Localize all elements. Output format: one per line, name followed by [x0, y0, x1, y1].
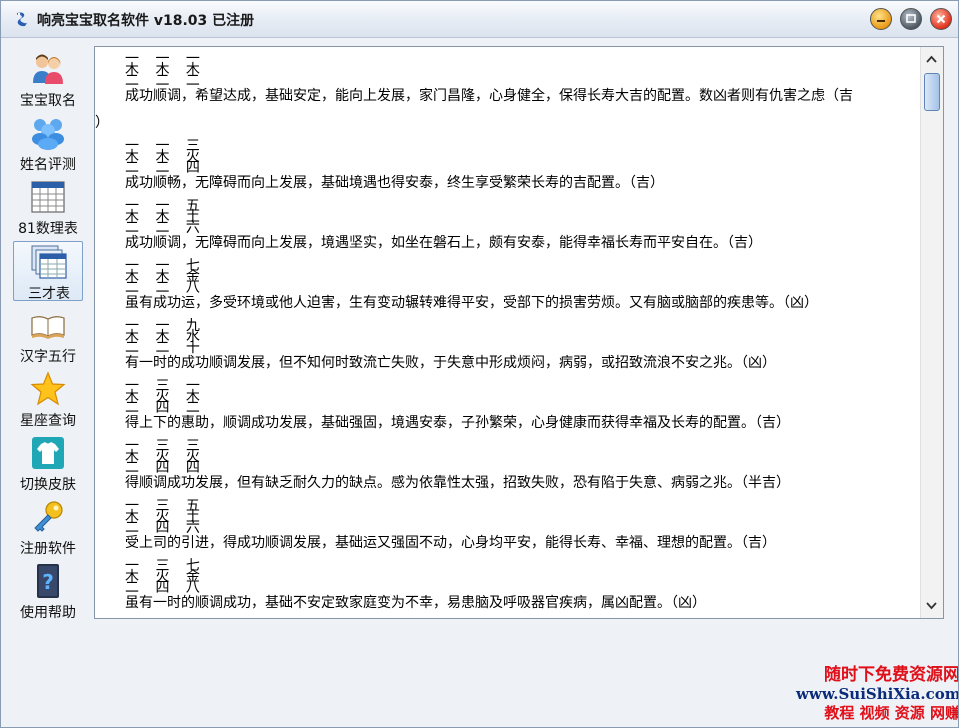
sancai-description: 虽有一时的顺调成功，基础不安定致家庭变为不幸，易患脑及呼吸器官疾病，属凶配置。（… [125, 595, 706, 611]
sidebar-item-chinese-five-elements[interactable]: 汉字五行 [13, 305, 83, 365]
close-icon [936, 14, 946, 24]
book-icon [31, 316, 65, 339]
app-logo-icon [17, 12, 27, 27]
star-icon [30, 371, 66, 406]
window-title: 响亮宝宝取名软件 v18.03 已注册 [37, 13, 255, 29]
maximize-button[interactable] [900, 8, 922, 30]
watermark: 随时下免费资源网 www.SuiShiXia.com 教程 视频 资源 网赚 [796, 665, 959, 727]
sancai-row: 二 二 十 [125, 340, 206, 356]
sancai-row: 二 二 四 [125, 160, 206, 176]
minimize-icon [877, 20, 885, 22]
watermark-line: 教程 视频 资源 网赚 [824, 704, 959, 722]
vertical-scrollbar[interactable] [920, 47, 943, 618]
sidebar-item-label: 使用帮助 [20, 605, 76, 621]
three-talents-text-view[interactable]: 一 一 一木 木 木二 二 二成功顺调，希望达成，基础安定，能向上发展，家门昌隆… [94, 46, 944, 619]
sidebar-item-81-numbers-table[interactable]: 81数理表 [13, 177, 83, 237]
sidebar-item-label: 星座查询 [20, 413, 76, 429]
sidebar-item-switch-skin[interactable]: 切换皮肤 [13, 433, 83, 493]
people-icon [33, 54, 63, 84]
sidebar-item-help[interactable]: ? 使用帮助 [13, 561, 83, 621]
sancai-description: 受上司的引进，得成功顺调发展，基础运又强固不动，心身均平安，能得长寿、幸福、理想… [125, 535, 776, 551]
sidebar-item-label: 81数理表 [18, 221, 78, 237]
sancai-row: 二 四 八 [125, 580, 206, 596]
sidebar-item-name-evaluation[interactable]: 姓名评测 [13, 113, 83, 173]
sancai-row: 二 四 四 [125, 460, 206, 476]
sancai-row: 二 四 六 [125, 520, 206, 536]
minimize-button[interactable] [870, 8, 892, 30]
calendar-table-icon [31, 181, 65, 213]
watermark-line: 随时下免费资源网 [824, 665, 959, 685]
sidebar-item-baby-naming[interactable]: 宝宝取名 [13, 49, 83, 109]
sancai-row: 二 二 八 [125, 280, 206, 296]
sidebar-item-register-software[interactable]: 注册软件 [13, 497, 83, 557]
scroll-up-icon[interactable] [923, 51, 940, 68]
maximize-icon [906, 14, 916, 23]
key-icon [34, 501, 63, 532]
sancai-description: 得上下的惠助，顺调成功发展，基础强固，境遇安泰，子孙繁荣，心身健康而获得幸福及长… [125, 415, 790, 431]
sancai-description: 成功顺调，希望达成，基础安定，能向上发展，家门昌隆，心身健全，保得长寿大吉的配置… [125, 88, 853, 104]
sidebar-item-label: 宝宝取名 [20, 93, 76, 109]
shirt-icon [32, 437, 64, 469]
sancai-row: 二 二 六 [125, 220, 206, 236]
sidebar-item-label: 注册软件 [20, 541, 76, 557]
sancai-row: 二 四 二 [125, 400, 206, 416]
sidebar-item-label: 切换皮肤 [20, 477, 76, 493]
sancai-description: 有一时的成功顺调发展，但不知何时致流亡失败，于失意中形成烦闷，病弱，或招致流浪不… [125, 355, 776, 371]
sancai-description: 得顺调成功发展，但有缺乏耐久力的缺点。感为依靠性太强，招致失败，恐有陷于失意、病… [125, 475, 790, 491]
sidebar: 宝宝取名 姓名评测 81数理表 三才表 汉字五行 星座查询 切换皮肤 注册软件 … [7, 45, 87, 625]
table-icon [31, 245, 67, 279]
sidebar-item-label: 三才表 [28, 286, 70, 302]
text-content: 一 一 一木 木 木二 二 二成功顺调，希望达成，基础安定，能向上发展，家门昌隆… [95, 47, 921, 618]
help-book-icon: ? [37, 564, 59, 598]
sancai-description: 成功顺调，无障碍而向上发展，境遇坚实，如坐在磐石上，颇有安泰，能得幸福长寿而平安… [125, 235, 762, 251]
users-icon [32, 119, 64, 150]
svg-text:?: ? [42, 570, 54, 594]
sidebar-item-three-talents-table[interactable]: 三才表 [13, 241, 83, 302]
scrollbar-thumb[interactable] [924, 73, 940, 111]
scroll-down-icon[interactable] [923, 597, 940, 614]
sancai-description: 虽有成功运，多受环境或他人迫害，生有变动辗转难得平安，受部下的损害劳烦。又有脑或… [125, 295, 818, 311]
close-button[interactable] [930, 8, 952, 30]
sancai-row: 二 二 二 [125, 73, 206, 89]
sancai-description: 成功顺畅，无障碍而向上发展，基础境遇也得安泰，终生享受繁荣长寿的吉配置。（吉） [125, 175, 664, 191]
watermark-line: www.SuiShiXia.com [796, 685, 959, 703]
app-window: 响亮宝宝取名软件 v18.03 已注册 宝宝取名 姓名评测 81数理表 三才表 … [0, 0, 959, 728]
sidebar-item-constellation-query[interactable]: 星座查询 [13, 369, 83, 429]
sancai-description: ） [95, 115, 109, 131]
sidebar-item-label: 姓名评测 [20, 157, 76, 173]
sidebar-item-label: 汉字五行 [20, 349, 76, 365]
title-bar[interactable]: 响亮宝宝取名软件 v18.03 已注册 [1, 1, 958, 38]
